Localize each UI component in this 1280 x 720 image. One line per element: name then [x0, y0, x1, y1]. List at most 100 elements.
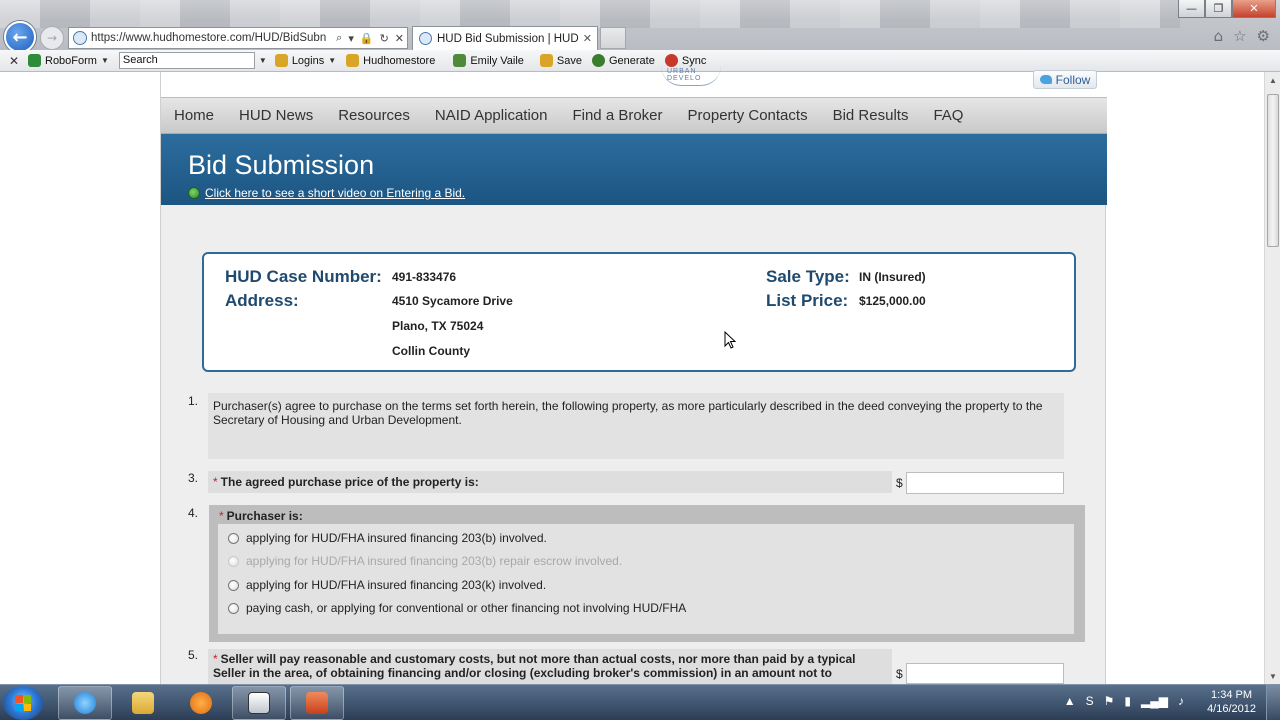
- start-button[interactable]: [3, 686, 43, 720]
- option-label: applying for HUD/FHA insured financing 2…: [246, 554, 623, 568]
- seller-costs-label: * Seller will pay reasonable and customar…: [208, 649, 892, 684]
- case-number-label: HUD Case Number:: [225, 267, 382, 286]
- item-1-text: Purchaser(s) agree to purchase on the te…: [208, 393, 1064, 459]
- radio-button[interactable]: [228, 532, 239, 544]
- home-icon[interactable]: ⌂: [1214, 27, 1224, 45]
- address-line1: 4510 Sycamore Drive: [392, 294, 513, 308]
- maximize-button[interactable]: ❐: [1205, 0, 1232, 18]
- lock-icon[interactable]: 🔒: [357, 32, 377, 45]
- taskbar-file-explorer[interactable]: [116, 686, 170, 720]
- volume-icon[interactable]: ♪: [1178, 694, 1184, 708]
- tab-hud-bid-submission[interactable]: HUD Bid Submission | HUD ... ✕: [412, 26, 598, 50]
- search-dropdown-icon[interactable]: ▼: [259, 56, 267, 65]
- taskbar: ▲ S ⚑ ▮ ▂▄▆ ♪ 1:34 PM 4/16/2012: [0, 684, 1280, 720]
- hudhomestore-label: Hudhomestore: [363, 54, 436, 67]
- radio-button: [228, 555, 239, 567]
- roboform-button[interactable]: RoboForm ▼: [28, 54, 109, 67]
- option-label: applying for HUD/FHA insured financing 2…: [246, 531, 547, 545]
- twitter-follow-button[interactable]: Follow: [1033, 70, 1097, 89]
- toolbar-search-input[interactable]: Search: [118, 52, 255, 69]
- power-icon[interactable]: ▮: [1124, 694, 1131, 708]
- close-window-button[interactable]: ✕: [1232, 0, 1276, 18]
- currency-symbol: $: [896, 667, 903, 681]
- media-player-icon: [190, 692, 212, 714]
- logins-label: Logins: [291, 54, 325, 67]
- hudhomestore-button[interactable]: Hudhomestore: [346, 54, 435, 67]
- scroll-down-icon[interactable]: ▼: [1265, 668, 1280, 684]
- case-info-box: HUD Case Number: 491-833476 Address: 451…: [202, 252, 1076, 372]
- nav-hud-news[interactable]: HUD News: [239, 107, 313, 124]
- new-tab-button[interactable]: [600, 27, 626, 49]
- internet-explorer-icon: [74, 692, 96, 714]
- list-price-value: $125,000.00: [859, 294, 926, 308]
- address-bar[interactable]: https://www.hudhomestore.com/HUD/BidSubn…: [68, 27, 408, 49]
- scroll-thumb[interactable]: [1267, 94, 1279, 247]
- search-icon[interactable]: ⌕: [333, 32, 345, 45]
- windows-logo-icon: [15, 695, 31, 711]
- item-3-number: 3.: [188, 471, 199, 485]
- window-controls: — ❐ ✕: [1178, 0, 1276, 18]
- address-url[interactable]: https://www.hudhomestore.com/HUD/BidSubn: [91, 32, 333, 44]
- purchaser-option-203k[interactable]: applying for HUD/FHA insured financing 2…: [228, 578, 546, 592]
- taskbar-internet-explorer[interactable]: [58, 686, 112, 720]
- nav-home[interactable]: Home: [174, 107, 214, 124]
- tray-expand-icon[interactable]: ▲: [1064, 694, 1076, 708]
- video-link[interactable]: Click here to see a short video on Enter…: [205, 186, 465, 200]
- seal-text: URBAN DEVELO: [667, 68, 702, 82]
- sale-type-label: Sale Type:: [766, 267, 850, 286]
- purchaser-option-203b-repair: applying for HUD/FHA insured financing 2…: [228, 554, 622, 568]
- option-label: paying cash, or applying for conventiona…: [246, 601, 687, 615]
- page-banner: Bid Submission Click here to see a short…: [161, 134, 1107, 205]
- roboform-label: RoboForm: [45, 54, 97, 67]
- list-price-label: List Price:: [766, 291, 849, 310]
- page-scrollbar[interactable]: ▲ ▼: [1264, 72, 1280, 684]
- logins-button[interactable]: Logins ▼: [274, 54, 336, 67]
- address-label: Address:: [225, 291, 299, 310]
- action-center-flag-icon[interactable]: ⚑: [1104, 694, 1115, 708]
- forward-button[interactable]: →: [40, 26, 64, 50]
- save-button[interactable]: Save: [539, 54, 582, 67]
- seller-costs-input[interactable]: [906, 663, 1064, 684]
- nav-faq[interactable]: FAQ: [933, 107, 963, 124]
- follow-label: Follow: [1055, 72, 1091, 87]
- roboform-icon: [28, 54, 41, 67]
- purchaser-option-cash[interactable]: paying cash, or applying for conventiona…: [228, 601, 686, 615]
- dropdown-arrow-icon[interactable]: ▾: [345, 32, 357, 45]
- item-5-number: 5.: [188, 648, 199, 662]
- taskbar-clock[interactable]: 1:34 PM 4/16/2012: [1207, 688, 1256, 716]
- stop-icon[interactable]: ✕: [392, 32, 407, 45]
- nav-bid-results[interactable]: Bid Results: [833, 107, 909, 124]
- seller-costs-text: Seller will pay reasonable and customary…: [213, 652, 856, 680]
- refresh-icon[interactable]: ↻: [377, 32, 392, 45]
- save-icon: [539, 54, 553, 67]
- tab-close-icon[interactable]: ✕: [583, 32, 597, 45]
- taskbar-snipping-tool[interactable]: [232, 686, 286, 720]
- purchase-price-label: * The agreed purchase price of the proper…: [208, 471, 892, 493]
- back-button[interactable]: ←: [4, 21, 36, 53]
- scroll-up-icon[interactable]: ▲: [1265, 72, 1280, 88]
- nav-property-contacts[interactable]: Property Contacts: [688, 107, 808, 124]
- purchase-price-input[interactable]: [906, 472, 1064, 494]
- nav-naid-application[interactable]: NAID Application: [435, 107, 548, 124]
- powerpoint-icon: [306, 692, 328, 714]
- favorites-star-icon[interactable]: ☆: [1233, 27, 1246, 45]
- identity-button[interactable]: Emily Vaile: [453, 54, 524, 67]
- toolbar-close-icon[interactable]: ✕: [0, 54, 28, 68]
- play-video-icon[interactable]: [188, 187, 200, 199]
- minimize-button[interactable]: —: [1178, 0, 1205, 18]
- nav-resources[interactable]: Resources: [338, 107, 410, 124]
- roboform-tray-icon[interactable]: S: [1086, 694, 1094, 708]
- purchaser-option-203b[interactable]: applying for HUD/FHA insured financing 2…: [228, 531, 547, 545]
- purchaser-type-group: * Purchaser is: applying for HUD/FHA insu…: [209, 505, 1085, 642]
- back-arrow-icon: ←: [12, 26, 28, 48]
- generate-button[interactable]: Generate: [591, 54, 655, 67]
- settings-gear-icon[interactable]: ⚙: [1257, 27, 1270, 45]
- nav-find-a-broker[interactable]: Find a Broker: [572, 107, 662, 124]
- radio-button[interactable]: [228, 579, 239, 591]
- tab-favicon-icon: [419, 32, 432, 45]
- taskbar-media-player[interactable]: [174, 686, 228, 720]
- show-desktop-button[interactable]: [1266, 685, 1280, 720]
- network-signal-icon[interactable]: ▂▄▆: [1141, 694, 1168, 708]
- radio-button[interactable]: [228, 602, 239, 614]
- taskbar-powerpoint[interactable]: [290, 686, 344, 720]
